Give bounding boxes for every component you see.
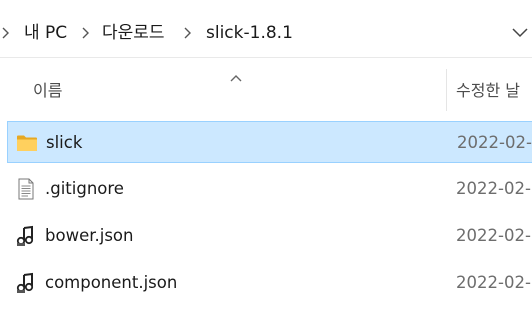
sort-ascending-icon bbox=[229, 68, 243, 82]
chevron-right-icon[interactable] bbox=[79, 20, 93, 46]
file-list: slick 2022-02- .gitignore 2022-02- bower… bbox=[0, 119, 532, 310]
address-bar[interactable]: 내 PC 다운로드 slick-1.8.1 bbox=[0, 8, 532, 58]
chevron-down-icon[interactable] bbox=[510, 22, 530, 42]
file-explorer-window: 내 PC 다운로드 slick-1.8.1 이름 수정한 날 slick 202… bbox=[0, 0, 532, 310]
text-file-icon bbox=[15, 178, 37, 200]
file-date-modified: 2022-02- bbox=[456, 179, 531, 198]
json-file-icon bbox=[15, 225, 37, 247]
breadcrumb-item-slick[interactable]: slick-1.8.1 bbox=[206, 20, 293, 46]
file-date-modified: 2022-02- bbox=[456, 273, 531, 292]
json-file-icon bbox=[15, 272, 37, 294]
address-bar-divider bbox=[0, 57, 532, 58]
breadcrumb-item-downloads[interactable]: 다운로드 bbox=[102, 20, 165, 46]
file-name: .gitignore bbox=[45, 179, 124, 198]
breadcrumb-item-this-pc[interactable]: 내 PC bbox=[24, 20, 67, 46]
column-header-name[interactable]: 이름 bbox=[33, 78, 62, 104]
column-header-row: 이름 수정한 날 bbox=[0, 59, 532, 119]
folder-icon bbox=[16, 132, 38, 154]
file-date-modified: 2022-02- bbox=[457, 133, 532, 152]
file-name: bower.json bbox=[45, 226, 134, 245]
file-name: slick bbox=[46, 133, 83, 152]
file-name: component.json bbox=[45, 273, 178, 292]
column-divider[interactable] bbox=[446, 69, 447, 111]
list-item[interactable]: slick 2022-02- bbox=[7, 121, 532, 163]
list-item[interactable]: bower.json 2022-02- bbox=[7, 215, 532, 257]
file-date-modified: 2022-02- bbox=[456, 226, 531, 245]
column-header-date-modified[interactable]: 수정한 날 bbox=[456, 78, 520, 104]
list-item[interactable]: component.json 2022-02- bbox=[7, 262, 532, 304]
list-item[interactable]: .gitignore 2022-02- bbox=[7, 168, 532, 210]
chevron-right-icon[interactable] bbox=[0, 20, 14, 46]
chevron-right-icon[interactable] bbox=[181, 20, 195, 46]
